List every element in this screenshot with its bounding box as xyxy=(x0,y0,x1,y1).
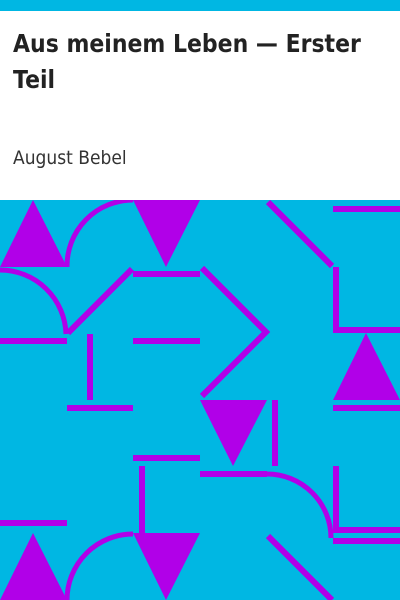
book-cover: Aus meinem Leben — Erster Teil August Be… xyxy=(0,0,400,600)
book-author: August Bebel xyxy=(13,147,127,169)
top-accent-bar xyxy=(0,0,400,11)
book-title: Aus meinem Leben — Erster Teil xyxy=(13,29,361,94)
cover-pattern xyxy=(0,200,400,600)
